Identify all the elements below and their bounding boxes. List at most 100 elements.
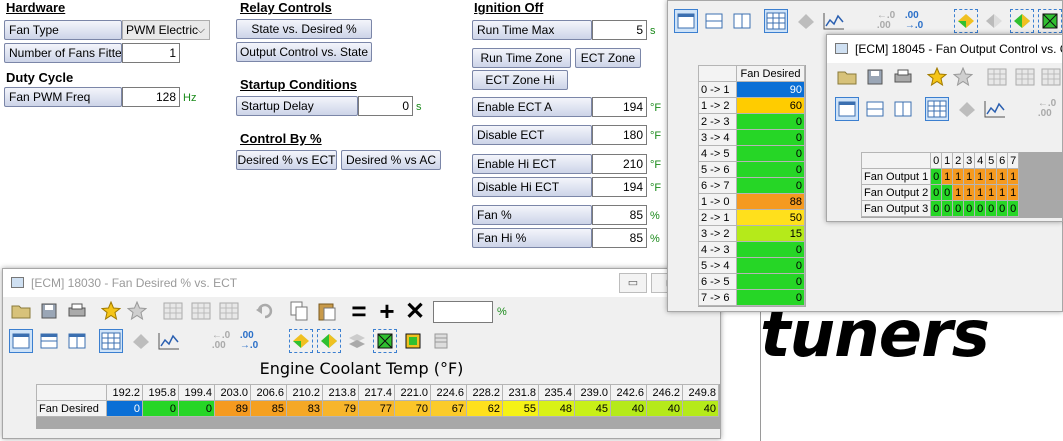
run-time-max-input[interactable]: 5 bbox=[592, 20, 647, 40]
line-graph-icon[interactable] bbox=[822, 9, 846, 33]
disable-hi-ect-input[interactable]: 194 bbox=[592, 177, 647, 197]
table-cell[interactable]: 0 bbox=[930, 184, 943, 201]
fan-desired-table[interactable]: 192.2 195.8 199.4 203.0 206.6 210.2 213.8 217.4… bbox=[36, 384, 719, 417]
table-cell[interactable]: 79 bbox=[322, 400, 359, 417]
num-fans-input[interactable]: 1 bbox=[122, 43, 180, 63]
desired-vs-ect-button[interactable]: Desired % vs ECT bbox=[236, 150, 337, 170]
view-horizontal-split-icon[interactable] bbox=[702, 9, 726, 33]
table-cell[interactable]: 40 bbox=[682, 400, 719, 417]
view-vertical-split-icon[interactable] bbox=[730, 9, 754, 33]
fan-hi-pct-input[interactable]: 85 bbox=[592, 228, 647, 248]
decimal-increase-icon[interactable]: .00 →.0 bbox=[902, 9, 926, 33]
smooth-icon[interactable] bbox=[401, 329, 425, 353]
fill-vertical-icon[interactable] bbox=[317, 329, 341, 353]
open-folder-icon[interactable] bbox=[835, 65, 859, 89]
table-cell[interactable]: 85 bbox=[250, 400, 287, 417]
table-cell[interactable]: 1 bbox=[963, 168, 976, 185]
add-favorite-icon[interactable] bbox=[925, 65, 949, 89]
table-cell[interactable]: 1 bbox=[996, 168, 1009, 185]
table-cell[interactable]: 45 bbox=[574, 400, 611, 417]
surface-3d-icon[interactable] bbox=[955, 97, 979, 121]
startup-delay-input[interactable]: 0 bbox=[358, 96, 413, 116]
fill-gradient-icon[interactable] bbox=[289, 329, 313, 353]
state-desired-table[interactable]: Fan Desired 0 -> 1 90 1 -> 2 60 2 -> 303 -> 4… bbox=[698, 65, 805, 306]
fan-pct-input[interactable]: 85 bbox=[592, 205, 647, 225]
table-icon[interactable] bbox=[161, 299, 185, 323]
add-favorite-icon[interactable] bbox=[99, 299, 123, 323]
ect-zone-hi-button[interactable]: ECT Zone Hi bbox=[472, 70, 568, 90]
run-time-zone-button[interactable]: Run Time Zone bbox=[472, 48, 571, 68]
table-cell[interactable]: 1 bbox=[985, 168, 998, 185]
line-graph-icon[interactable] bbox=[983, 97, 1007, 121]
table-cell[interactable]: 1 bbox=[985, 184, 998, 201]
surface-3d-icon[interactable] bbox=[129, 329, 153, 353]
table-cell[interactable]: 0 bbox=[963, 200, 976, 217]
disable-ect-input[interactable]: 180 bbox=[592, 125, 647, 145]
grid-view-icon[interactable] bbox=[99, 329, 123, 353]
table-cell[interactable]: 0 bbox=[736, 177, 805, 194]
remove-favorite-icon[interactable] bbox=[125, 299, 149, 323]
table-cell[interactable]: 55 bbox=[502, 400, 539, 417]
plus-icon[interactable]: + bbox=[375, 296, 399, 326]
view-vertical-split-icon[interactable] bbox=[891, 97, 915, 121]
table-cell[interactable]: 0 bbox=[736, 257, 805, 274]
table-edit-icon[interactable] bbox=[217, 299, 241, 323]
table-cell[interactable]: 0 bbox=[178, 400, 215, 417]
table-cell[interactable]: 1 bbox=[952, 168, 965, 185]
view-horizontal-split-icon[interactable] bbox=[863, 97, 887, 121]
table-cell[interactable]: 88 bbox=[736, 193, 805, 210]
table-cell[interactable]: 0 bbox=[952, 200, 965, 217]
table-cell[interactable]: 1 bbox=[974, 168, 987, 185]
table-cell[interactable]: 0 bbox=[106, 400, 143, 417]
table-cell[interactable]: 1 bbox=[941, 168, 954, 185]
enable-ect-a-input[interactable]: 194 bbox=[592, 97, 647, 117]
table-cell[interactable]: 0 bbox=[142, 400, 179, 417]
table-cell[interactable]: 62 bbox=[466, 400, 503, 417]
view-single-icon[interactable] bbox=[674, 9, 698, 33]
open-folder-icon[interactable] bbox=[9, 299, 33, 323]
table-cell[interactable]: 0 bbox=[941, 184, 954, 201]
ect-zone-button[interactable]: ECT Zone bbox=[575, 48, 641, 68]
table-cell[interactable]: 89 bbox=[214, 400, 251, 417]
surface-3d-icon[interactable] bbox=[794, 9, 818, 33]
table-cell[interactable]: 67 bbox=[430, 400, 467, 417]
table-cell[interactable]: 60 bbox=[736, 97, 805, 114]
undo-icon[interactable] bbox=[253, 299, 277, 323]
fan-type-select[interactable]: PWM Electric ⌵ bbox=[122, 20, 210, 40]
table-cell[interactable]: 0 bbox=[736, 113, 805, 130]
table-cell[interactable]: 0 bbox=[985, 200, 998, 217]
fill-horizontal-icon[interactable] bbox=[345, 329, 369, 353]
table-cell[interactable]: 0 bbox=[930, 200, 943, 217]
save-icon[interactable] bbox=[863, 65, 887, 89]
fan-pwm-freq-input[interactable]: 128 bbox=[122, 87, 180, 107]
fill-gradient-icon[interactable] bbox=[954, 9, 978, 33]
stack-icon[interactable] bbox=[429, 329, 453, 353]
output-control-vs-state-button[interactable]: Output Control vs. State bbox=[236, 42, 372, 62]
table-cell[interactable]: 15 bbox=[736, 225, 805, 242]
print-icon[interactable] bbox=[891, 65, 915, 89]
table-cell[interactable]: 1 bbox=[1007, 184, 1020, 201]
desired-vs-ac-button[interactable]: Desired % vs AC bbox=[341, 150, 441, 170]
table-cell[interactable]: 0 bbox=[736, 289, 805, 306]
table-cell[interactable]: 0 bbox=[736, 145, 805, 162]
grid-view-icon[interactable] bbox=[925, 97, 949, 121]
view-vertical-split-icon[interactable] bbox=[65, 329, 89, 353]
minimize-button[interactable]: ▭ bbox=[619, 273, 647, 293]
view-horizontal-split-icon[interactable] bbox=[37, 329, 61, 353]
decimal-decrease-icon[interactable]: ←.0.00 bbox=[209, 329, 233, 353]
copy-icon[interactable] bbox=[287, 299, 311, 323]
grid-view-icon[interactable] bbox=[764, 9, 788, 33]
table-cell[interactable]: 0 bbox=[996, 200, 1009, 217]
table-cell[interactable]: 1 bbox=[996, 184, 1009, 201]
table-cell[interactable]: 0 bbox=[736, 129, 805, 146]
interpolate-icon[interactable] bbox=[373, 329, 397, 353]
table-cell[interactable]: 40 bbox=[610, 400, 647, 417]
equals-icon[interactable]: = bbox=[347, 296, 371, 326]
fan-output-table[interactable]: 0 1 2 3 4 5 6 7 Fan Output 1 0 1 1 1 1 1 1 1 Fan Output 2… bbox=[860, 152, 1020, 217]
table-cell[interactable]: 90 bbox=[736, 81, 805, 98]
table-cell[interactable]: 40 bbox=[646, 400, 683, 417]
table-cell[interactable]: 1 bbox=[963, 184, 976, 201]
table-cell[interactable]: 0 bbox=[1007, 200, 1020, 217]
table-cell[interactable]: 50 bbox=[736, 209, 805, 226]
table-grid-icon[interactable] bbox=[1013, 65, 1037, 89]
